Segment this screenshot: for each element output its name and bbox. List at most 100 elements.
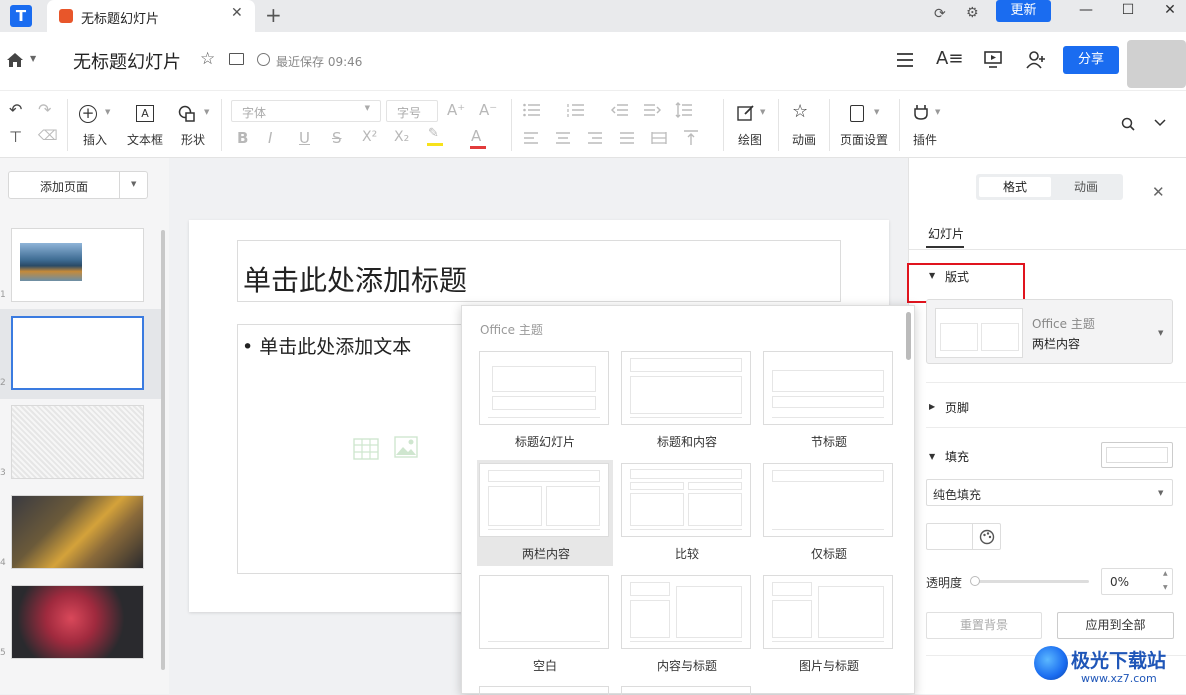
text-format-icon[interactable]: A≡ <box>936 48 963 69</box>
page-setup-icon[interactable] <box>850 105 864 122</box>
increase-indent-icon[interactable] <box>643 103 661 117</box>
slide-thumbnail-5[interactable] <box>11 585 144 659</box>
close-panel-icon[interactable]: ✕ <box>1152 183 1165 201</box>
superscript-icon[interactable]: X² <box>362 129 377 145</box>
transparency-slider[interactable] <box>970 576 1089 586</box>
textbox-button[interactable]: 文本框 <box>127 131 163 148</box>
star-icon[interactable]: ☆ <box>200 49 215 69</box>
numbered-list-icon[interactable] <box>567 103 585 117</box>
page-setup-button[interactable]: 页面设置 <box>840 131 888 148</box>
decrease-font-icon[interactable]: A⁻ <box>479 101 497 119</box>
home-icon[interactable] <box>6 52 24 68</box>
page-setup-dropdown-icon[interactable]: ▼ <box>874 108 879 116</box>
insert-table-icon[interactable] <box>353 438 379 460</box>
draw-dropdown-icon[interactable]: ▼ <box>760 108 765 116</box>
slide-thumbnail-4[interactable] <box>11 495 144 569</box>
undo-icon[interactable]: ↶ <box>9 100 22 119</box>
fill-color-swatch[interactable] <box>1101 442 1173 468</box>
justify-icon[interactable] <box>619 131 635 145</box>
update-button[interactable]: 更新 <box>996 0 1051 22</box>
align-center-icon[interactable] <box>555 131 571 145</box>
spin-down-icon[interactable]: ▼ <box>1163 584 1168 591</box>
insert-icon[interactable]: + <box>79 105 97 123</box>
minimize-icon[interactable]: — <box>1076 2 1096 18</box>
bullet-list-icon[interactable] <box>523 103 541 117</box>
plugin-button[interactable]: 插件 <box>913 131 937 148</box>
layout-option-section-header[interactable]: 节标题 <box>763 351 895 450</box>
layout-option-comparison[interactable]: 比较 <box>621 463 753 562</box>
shape-icon[interactable] <box>178 105 196 123</box>
color-picker[interactable] <box>926 523 1001 550</box>
collapse-toolbar-icon[interactable] <box>1154 119 1166 127</box>
close-tab-icon[interactable]: ✕ <box>231 5 243 21</box>
align-left-icon[interactable] <box>523 131 539 145</box>
layout-option-title-content[interactable]: 标题和内容 <box>621 351 753 450</box>
new-tab-icon[interactable]: + <box>265 3 282 27</box>
insert-image-icon[interactable] <box>394 436 418 458</box>
add-page-dropdown-icon[interactable]: ▼ <box>131 180 136 188</box>
avatar[interactable] <box>1127 40 1186 88</box>
maximize-icon[interactable]: ☐ <box>1118 2 1138 18</box>
home-dropdown-icon[interactable]: ▼ <box>30 54 36 63</box>
slide-thumbnail-1[interactable] <box>11 228 144 302</box>
add-page-button[interactable]: 添加页面 ▼ <box>8 171 148 199</box>
insert-dropdown-icon[interactable]: ▼ <box>105 108 110 116</box>
layout-option-title-slide[interactable]: 标题幻灯片 <box>479 351 611 450</box>
increase-font-icon[interactable]: A⁺ <box>447 101 465 119</box>
title-placeholder-box[interactable]: 单击此处添加标题 <box>237 240 841 302</box>
textbox-icon[interactable]: A <box>136 105 154 122</box>
vertical-align-icon[interactable] <box>683 130 699 146</box>
decrease-indent-icon[interactable] <box>611 103 629 117</box>
refresh-icon[interactable]: ⟳ <box>934 6 946 22</box>
palette-icon[interactable] <box>979 529 995 545</box>
subscript-icon[interactable]: X₂ <box>394 129 409 145</box>
plugin-dropdown-icon[interactable]: ▼ <box>935 108 940 116</box>
expand-arrow-icon[interactable]: ▶ <box>929 402 935 411</box>
bold-icon[interactable]: B <box>237 129 248 147</box>
reset-background-button[interactable]: 重置背景 <box>926 612 1042 639</box>
strikethrough-icon[interactable]: S <box>332 129 342 147</box>
subtab-slide[interactable]: 幻灯片 <box>928 225 964 242</box>
transparency-input[interactable]: 0% ▲ ▼ <box>1101 568 1173 595</box>
thumbnail-scrollbar[interactable] <box>161 230 165 670</box>
close-window-icon[interactable]: ✕ <box>1160 2 1180 18</box>
font-family-select[interactable]: 字体 ▼ <box>231 100 381 122</box>
gear-icon[interactable]: ⚙ <box>966 5 979 21</box>
footer-section-title[interactable]: 页脚 <box>945 399 969 416</box>
draw-icon[interactable] <box>737 104 755 122</box>
animation-button[interactable]: 动画 <box>792 131 816 148</box>
animation-icon[interactable]: ☆ <box>792 101 808 122</box>
underline-icon[interactable]: U <box>299 129 310 147</box>
distribute-icon[interactable] <box>651 131 667 145</box>
format-painter-icon[interactable]: ⊤ <box>9 128 22 146</box>
dropdown-scrollbar[interactable] <box>906 312 911 360</box>
font-color-icon[interactable]: A <box>471 127 481 145</box>
insert-button[interactable]: 插入 <box>83 131 107 148</box>
collapse-arrow-icon[interactable]: ▼ <box>929 271 935 280</box>
search-icon[interactable] <box>1121 117 1135 131</box>
present-icon[interactable] <box>983 50 1003 68</box>
document-title[interactable]: 无标题幻灯片 <box>73 48 181 74</box>
fill-type-dropdown-icon[interactable]: ▼ <box>1158 489 1163 497</box>
font-size-select[interactable]: 字号 <box>386 100 438 122</box>
layout-dropdown-icon[interactable]: ▼ <box>1158 329 1163 337</box>
document-tab[interactable]: 无标题幻灯片 ✕ <box>47 0 255 32</box>
slide-thumbnail-3[interactable] <box>11 405 144 479</box>
transparency-slider-handle[interactable] <box>970 576 980 586</box>
spin-up-icon[interactable]: ▲ <box>1163 570 1168 577</box>
layout-option-content-caption[interactable]: 内容与标题 <box>621 575 753 674</box>
line-spacing-icon[interactable] <box>675 102 693 118</box>
menu-icon[interactable] <box>896 52 914 68</box>
eraser-icon[interactable]: ⌫ <box>38 128 58 144</box>
highlighter-icon[interactable]: ✎ <box>428 126 439 141</box>
layout-option-two-content[interactable]: 两栏内容 <box>477 460 613 566</box>
tab-animation[interactable]: 动画 <box>1052 177 1120 197</box>
shape-dropdown-icon[interactable]: ▼ <box>204 108 209 116</box>
move-to-folder-icon[interactable] <box>229 53 244 65</box>
redo-icon[interactable]: ↷ <box>38 100 51 119</box>
italic-icon[interactable]: I <box>268 129 272 147</box>
fill-type-select[interactable]: 纯色填充 ▼ <box>926 479 1173 506</box>
fill-section-title[interactable]: 填充 <box>945 448 969 465</box>
draw-button[interactable]: 绘图 <box>738 131 762 148</box>
apply-to-all-button[interactable]: 应用到全部 <box>1057 612 1174 639</box>
